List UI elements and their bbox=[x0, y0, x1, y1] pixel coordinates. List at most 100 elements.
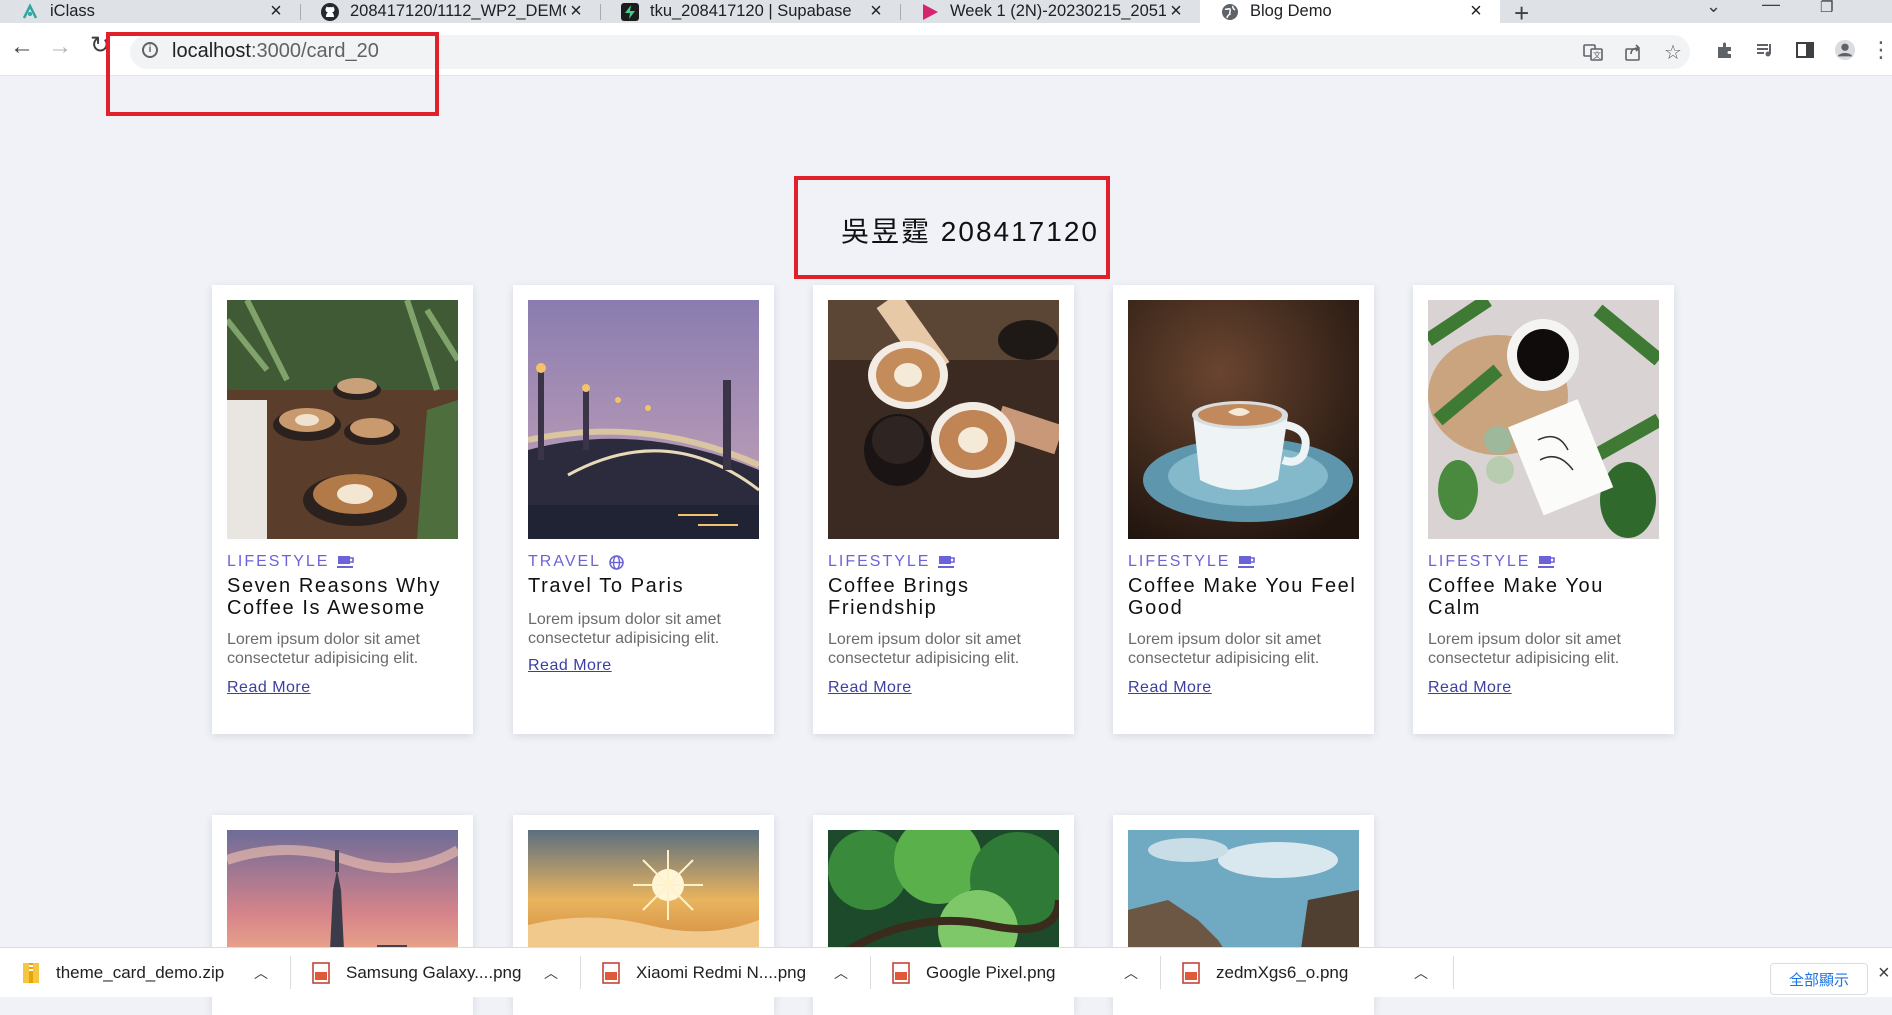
iclass-favicon-icon bbox=[20, 2, 40, 22]
coffee-icon bbox=[337, 555, 355, 569]
card-category[interactable]: LIFESTYLE bbox=[1428, 553, 1556, 571]
card-description: Lorem ipsum dolor sit amet consectetur a… bbox=[828, 631, 1021, 667]
chevron-up-icon[interactable]: ︿ bbox=[1414, 963, 1428, 983]
tab-strip: iClass × 208417120/1112_WP2_DEMO × tku_2… bbox=[0, 0, 1892, 28]
card-image-coffee-cheers bbox=[828, 300, 1059, 539]
card-title: Coffee Brings Friendship bbox=[828, 575, 970, 619]
supabase-icon bbox=[620, 2, 640, 22]
close-downloads-icon[interactable]: × bbox=[1878, 962, 1890, 985]
coffee-icon bbox=[938, 555, 956, 569]
card-description: Lorem ipsum dolor sit amet consectetur a… bbox=[528, 611, 721, 647]
download-divider bbox=[580, 956, 581, 989]
tab-search-chevron-icon[interactable]: ⌄ bbox=[1706, 0, 1721, 17]
blog-card: LIFESTYLE Seven Reasons Why Coffee Is Aw… bbox=[212, 285, 473, 734]
blog-card: LIFESTYLE Coffee Make You Calm Lorem ips… bbox=[1413, 285, 1674, 734]
read-more-link[interactable]: Read More bbox=[227, 679, 311, 697]
card-description: Lorem ipsum dolor sit amet consectetur a… bbox=[1428, 631, 1621, 667]
translate-icon[interactable]: 文 bbox=[1582, 41, 1604, 63]
card-title: Seven Reasons Why Coffee Is Awesome bbox=[227, 575, 441, 619]
tab-title: iClass bbox=[50, 2, 95, 20]
url-highlight-annotation bbox=[106, 32, 439, 116]
card-image-coffee-leaves bbox=[1428, 300, 1659, 539]
profile-avatar-icon[interactable] bbox=[1834, 39, 1856, 61]
show-all-downloads-button[interactable]: 全部顯示 bbox=[1770, 963, 1868, 995]
coffee-icon bbox=[1238, 555, 1256, 569]
card-category[interactable]: LIFESTYLE bbox=[1128, 553, 1256, 571]
downloads-bar: theme_card_demo.zip ︿ Samsung Galaxy....… bbox=[0, 947, 1892, 997]
tab-close-icon[interactable]: × bbox=[566, 0, 586, 23]
card-category[interactable]: LIFESTYLE bbox=[828, 553, 956, 571]
tab-close-icon[interactable]: × bbox=[1466, 0, 1486, 23]
tab-title: Week 1 (2N)-20230215_205100 bbox=[950, 2, 1166, 20]
image-file-icon bbox=[312, 961, 330, 984]
browser-menu-icon[interactable]: ⋮ bbox=[1870, 37, 1892, 62]
card-category[interactable]: TRAVEL bbox=[528, 553, 624, 571]
download-filename: theme_card_demo.zip bbox=[56, 962, 225, 982]
card-title: Coffee Make You Feel Good bbox=[1128, 575, 1357, 619]
tab-week1-video[interactable]: Week 1 (2N)-20230215_205100 × bbox=[900, 0, 1200, 23]
tab-supabase[interactable]: tku_208417120 | Supabase × bbox=[600, 0, 900, 23]
category-label: LIFESTYLE bbox=[1428, 553, 1531, 570]
download-item[interactable]: Samsung Galaxy....png ︿ bbox=[312, 948, 580, 997]
download-filename: Samsung Galaxy....png bbox=[346, 962, 522, 982]
card-title: Travel To Paris bbox=[528, 575, 685, 597]
read-more-link[interactable]: Read More bbox=[828, 679, 912, 697]
globe-icon bbox=[609, 554, 624, 570]
page-title: 吳昱霆 208417120 bbox=[841, 216, 1099, 247]
image-file-icon bbox=[1182, 961, 1200, 984]
image-file-icon bbox=[602, 961, 620, 984]
chevron-up-icon[interactable]: ︿ bbox=[544, 963, 558, 983]
play-icon bbox=[920, 2, 940, 22]
download-divider bbox=[1453, 956, 1454, 989]
blog-card: LIFESTYLE Coffee Brings Friendship Lorem… bbox=[813, 285, 1074, 734]
github-icon bbox=[320, 2, 340, 22]
tab-blog-demo[interactable]: Blog Demo × bbox=[1200, 0, 1500, 23]
download-filename: Google Pixel.png bbox=[926, 962, 1056, 982]
card-description: Lorem ipsum dolor sit amet consectetur a… bbox=[1128, 631, 1321, 667]
side-panel-icon[interactable] bbox=[1794, 39, 1816, 61]
share-icon[interactable] bbox=[1622, 41, 1644, 63]
card-title: Coffee Make You Calm bbox=[1428, 575, 1604, 619]
zip-file-icon bbox=[23, 962, 39, 983]
read-more-link[interactable]: Read More bbox=[528, 657, 612, 675]
read-more-link[interactable]: Read More bbox=[1428, 679, 1512, 697]
media-playlist-icon[interactable] bbox=[1754, 39, 1776, 61]
tab-close-icon[interactable]: × bbox=[266, 0, 286, 23]
read-more-link[interactable]: Read More bbox=[1128, 679, 1212, 697]
tab-title: tku_208417120 | Supabase bbox=[650, 2, 852, 20]
bookmark-star-icon[interactable]: ☆ bbox=[1662, 41, 1684, 64]
svg-text:文: 文 bbox=[1593, 50, 1601, 60]
download-item[interactable]: zedmXgs6_o.png ︿ bbox=[1182, 948, 1450, 997]
download-item[interactable]: Google Pixel.png ︿ bbox=[892, 948, 1160, 997]
category-label: TRAVEL bbox=[528, 553, 602, 570]
category-label: LIFESTYLE bbox=[1128, 553, 1231, 570]
tab-iclass[interactable]: iClass × bbox=[0, 0, 300, 23]
chevron-up-icon[interactable]: ︿ bbox=[834, 963, 848, 983]
restore-icon[interactable]: ❐ bbox=[1820, 0, 1833, 16]
forward-arrow-icon[interactable]: → bbox=[48, 33, 72, 61]
download-filename: zedmXgs6_o.png bbox=[1216, 962, 1349, 982]
minimize-icon[interactable]: — bbox=[1762, 0, 1780, 15]
download-item[interactable]: theme_card_demo.zip ︿ bbox=[22, 948, 290, 997]
download-divider bbox=[290, 956, 291, 989]
chevron-up-icon[interactable]: ︿ bbox=[254, 963, 268, 983]
chevron-up-icon[interactable]: ︿ bbox=[1124, 963, 1138, 983]
card-image-blue-cup bbox=[1128, 300, 1359, 539]
tab-close-icon[interactable]: × bbox=[1166, 0, 1186, 23]
image-file-icon bbox=[892, 961, 910, 984]
blog-card: TRAVEL Travel To Paris Lorem ipsum dolor… bbox=[513, 285, 774, 734]
tab-title: Blog Demo bbox=[1250, 2, 1332, 20]
globe-favicon-icon bbox=[1220, 2, 1240, 22]
download-item[interactable]: Xiaomi Redmi N....png ︿ bbox=[602, 948, 870, 997]
category-label: LIFESTYLE bbox=[227, 553, 330, 570]
card-category[interactable]: LIFESTYLE bbox=[227, 553, 355, 571]
back-arrow-icon[interactable]: ← bbox=[10, 33, 34, 61]
tab-github[interactable]: 208417120/1112_WP2_DEMO × bbox=[300, 0, 600, 23]
download-filename: Xiaomi Redmi N....png bbox=[636, 962, 807, 982]
download-divider bbox=[870, 956, 871, 989]
extensions-puzzle-icon[interactable] bbox=[1714, 39, 1736, 61]
coffee-icon bbox=[1538, 555, 1556, 569]
tab-title: 208417120/1112_WP2_DEMO bbox=[350, 2, 566, 20]
download-divider bbox=[1160, 956, 1161, 989]
tab-close-icon[interactable]: × bbox=[866, 0, 886, 23]
